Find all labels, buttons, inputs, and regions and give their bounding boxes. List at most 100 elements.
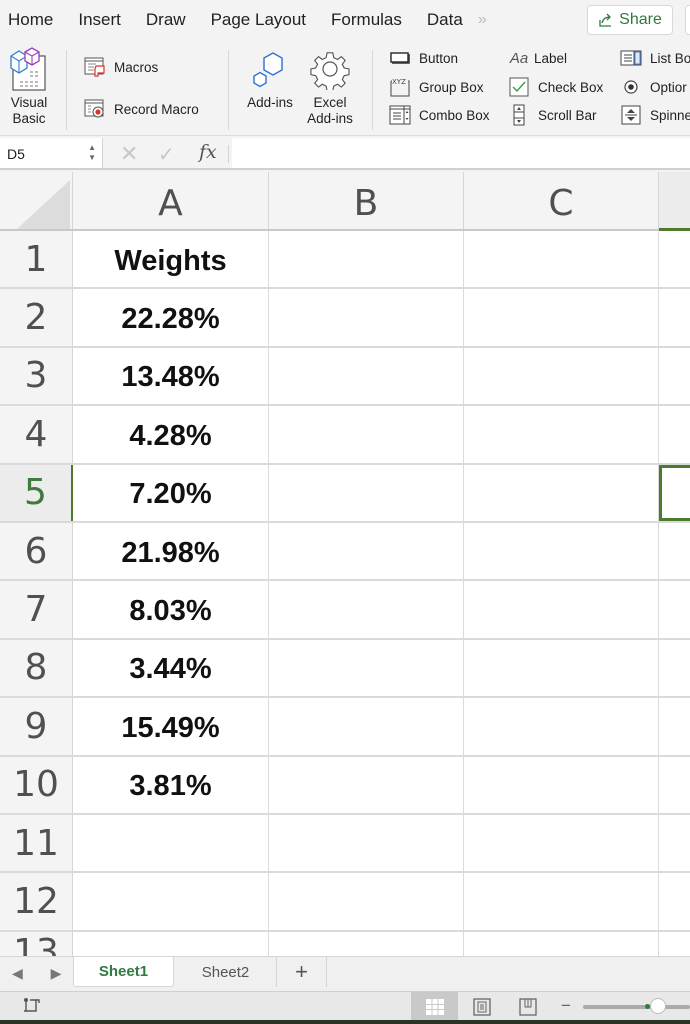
cell-a2[interactable]: 22.28% [73,289,269,346]
cell-c6[interactable] [464,523,659,580]
page-break-view-button[interactable] [504,992,551,1021]
cell-d4[interactable] [659,406,690,462]
cell-d8[interactable] [659,640,690,696]
insert-function-icon[interactable]: fx [199,141,217,163]
row-header[interactable]: 5 [0,464,73,521]
cell-d12[interactable] [659,873,690,929]
cell-b13[interactable] [269,931,464,958]
spinner-control[interactable]: Spinne [620,104,690,126]
row-header[interactable]: 3 [0,347,73,405]
zoom-slider-thumb[interactable] [650,998,666,1014]
enter-icon[interactable]: ✓ [158,142,175,167]
cell-b9[interactable] [269,698,464,755]
cell-b1[interactable] [269,231,464,288]
zoom-out-button[interactable]: − [561,996,571,1016]
cell-b8[interactable] [269,639,464,697]
check-box-control[interactable]: Check Box [508,76,603,98]
cell-a12[interactable] [73,873,269,930]
macro-recording-icon[interactable] [22,997,42,1020]
add-sheet-button[interactable]: + [277,957,327,987]
row-header[interactable]: 4 [0,406,73,463]
cell-b7[interactable] [269,581,464,638]
cell-b12[interactable] [269,873,464,930]
cell-d2[interactable] [659,289,690,345]
cell-a10[interactable]: 3.81% [73,756,269,813]
name-box[interactable]: D5 ▲ ▼ [0,138,103,168]
cell-a6[interactable]: 21.98% [73,523,269,580]
combo-box-control[interactable]: Combo Box [389,104,490,126]
row-header[interactable]: 6 [0,523,73,580]
add-ins-button[interactable]: Add-ins [242,45,298,111]
cell-a11[interactable] [73,815,269,872]
cell-d11[interactable] [659,815,690,871]
page-layout-view-button[interactable] [458,992,505,1021]
row-header[interactable]: 8 [0,639,73,697]
tab-formulas[interactable]: Formulas [331,10,402,30]
cell-c10[interactable] [464,756,659,813]
cell-c12[interactable] [464,873,659,930]
cell-c11[interactable] [464,815,659,872]
list-box-control[interactable]: List Bo [620,47,690,69]
cell-a8[interactable]: 3.44% [73,639,269,697]
cell-c1[interactable] [464,231,659,288]
sheet-tab-sheet2[interactable]: Sheet2 [175,957,277,987]
column-header-b[interactable]: B [269,172,464,229]
share-button[interactable]: Share [587,5,673,35]
row-header[interactable]: 11 [0,815,73,872]
cell-b6[interactable] [269,523,464,580]
cell-a3[interactable]: 13.48% [73,347,269,405]
cell-a1[interactable]: Weights [73,231,269,288]
cancel-icon[interactable]: ✕ [120,141,138,167]
row-header[interactable]: 7 [0,581,73,638]
tab-data[interactable]: Data [427,10,463,30]
sheet-nav-arrows-icon[interactable]: ◀ ▶ [12,965,73,982]
cell-d7[interactable] [659,581,690,637]
cell-b10[interactable] [269,756,464,813]
cell-c3[interactable] [464,347,659,405]
cell-d1[interactable] [659,231,690,287]
excel-add-ins-button[interactable]: Excel Add-ins [302,45,358,127]
cell-b5[interactable] [269,464,464,521]
cell-b3[interactable] [269,347,464,405]
column-header-d[interactable] [659,172,690,231]
cell-c9[interactable] [464,698,659,755]
tab-insert[interactable]: Insert [78,10,121,30]
button-control[interactable]: Button [389,47,458,69]
row-header[interactable]: 10 [0,756,73,813]
tab-page-layout[interactable]: Page Layout [211,10,306,30]
column-header-a[interactable]: A [73,172,269,229]
cell-c8[interactable] [464,639,659,697]
comments-button[interactable] [685,5,690,35]
record-macro-button[interactable]: Record Macro [84,98,199,120]
cell-a4[interactable]: 4.28% [73,406,269,463]
cell-a7[interactable]: 8.03% [73,581,269,638]
label-control[interactable]: Aa Label [508,47,567,69]
tab-home[interactable]: Home [0,10,53,30]
tab-draw[interactable]: Draw [146,10,186,30]
column-header-c[interactable]: C [464,172,659,229]
option-button-control[interactable]: Optior [620,76,687,98]
normal-view-button[interactable] [411,992,458,1021]
row-header[interactable]: 1 [0,231,73,288]
cell-c13[interactable] [464,931,659,958]
visual-basic-button[interactable]: Visual Basic [4,45,54,127]
cell-c2[interactable] [464,289,659,346]
scroll-bar-control[interactable]: Scroll Bar [508,104,597,126]
row-header[interactable]: 9 [0,698,73,755]
row-header[interactable]: 12 [0,873,73,930]
cell-c7[interactable] [464,581,659,638]
cell-b4[interactable] [269,406,464,463]
cell-a13[interactable] [73,931,269,958]
select-all-button[interactable] [0,172,73,229]
row-header[interactable]: 13 [0,931,73,958]
selected-cell[interactable] [659,464,690,521]
cell-d13[interactable] [659,932,690,958]
cell-a5[interactable]: 7.20% [73,464,269,521]
cell-a9[interactable]: 15.49% [73,698,269,755]
cell-d10[interactable] [659,757,690,813]
cell-c4[interactable] [464,406,659,463]
zoom-slider[interactable] [583,1005,690,1009]
macros-button[interactable]: Macros [84,56,158,78]
formula-input[interactable] [232,138,690,168]
more-tabs-chevron-icon[interactable]: » [478,11,487,29]
